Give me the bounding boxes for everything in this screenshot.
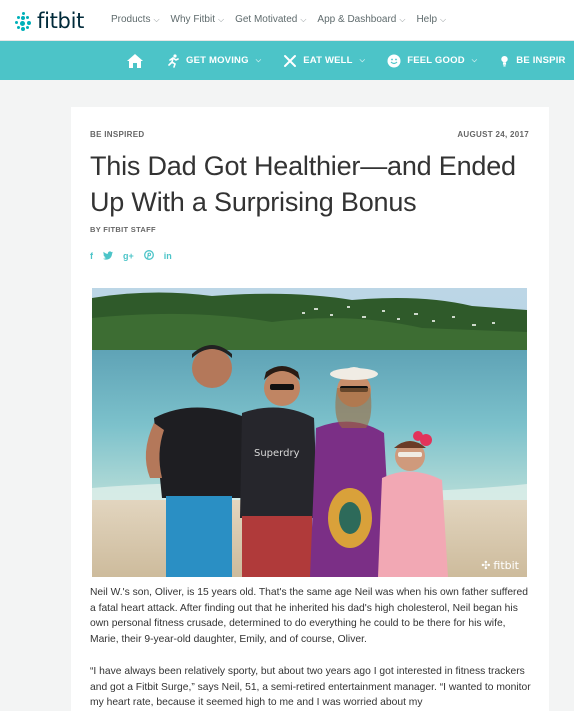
google-plus-icon[interactable]: g+	[123, 251, 134, 261]
article-paragraph: “I have always been relatively sporty, b…	[90, 666, 531, 708]
chevron-down-icon: ⌵	[300, 14, 307, 24]
article-byline: BY FITBIT STAFF	[90, 225, 156, 234]
fitbit-logo[interactable]: fitbit	[14, 9, 84, 33]
article-category[interactable]: BE INSPIRED	[90, 130, 144, 139]
nav-app-dashboard[interactable]: App & Dashboard ⌵	[317, 14, 405, 25]
article-paragraph: Neil W.'s son, Oliver, is 15 years old. …	[90, 587, 528, 645]
nav-why-fitbit[interactable]: Why Fitbit ⌵	[171, 14, 225, 25]
home-icon	[127, 53, 143, 68]
pinterest-shape	[143, 250, 154, 260]
home-button[interactable]	[126, 53, 144, 69]
running-icon	[168, 53, 179, 68]
nav-get-motivated[interactable]: Get Motivated ⌵	[235, 14, 306, 25]
primary-nav: Products ⌵ Why Fitbit ⌵ Get Motivated ⌵ App…	[111, 14, 446, 25]
photo-watermark-text: fitbit	[493, 559, 519, 572]
smile-icon	[387, 54, 401, 67]
tab-be-inspired[interactable]: BE INSPIR	[499, 54, 565, 68]
chevron-down-icon: ⌵	[218, 14, 225, 24]
lightbulb-icon	[501, 55, 508, 66]
section-navigation-bar: GET MOVING ⌵ EAT WELL ⌵ FEEL GOOD ⌵ BE IN	[0, 41, 574, 80]
tab-eat-well[interactable]: EAT WELL ⌵	[283, 54, 365, 68]
svg-text:Superdry: Superdry	[254, 448, 300, 459]
nav-get-motivated-label: Get Motivated	[235, 14, 298, 25]
article-card: BE INSPIRED AUGUST 24, 2017 This Dad Got…	[71, 107, 549, 711]
nav-products[interactable]: Products ⌵	[111, 14, 160, 25]
tab-get-moving-label: GET MOVING	[186, 55, 249, 66]
photo-watermark: ✣ fitbit	[481, 559, 519, 572]
share-bar: f g+ in	[90, 250, 172, 262]
nav-products-label: Products	[111, 14, 151, 25]
chevron-down-icon: ⌵	[440, 14, 447, 24]
fitbit-dots-icon: ✣	[481, 559, 491, 572]
tab-get-moving[interactable]: GET MOVING ⌵	[166, 53, 262, 68]
fork-knife-icon	[284, 54, 297, 67]
nav-app-dashboard-label: App & Dashboard	[317, 14, 397, 25]
nav-help[interactable]: Help ⌵	[416, 14, 446, 25]
chevron-down-icon: ⌵	[153, 14, 160, 24]
nav-why-fitbit-label: Why Fitbit	[170, 14, 215, 25]
article-title: This Dad Got Healthier—and Ended Up With…	[90, 151, 516, 217]
chevron-down-icon: ⌵	[471, 56, 478, 64]
chevron-down-icon: ⌵	[359, 56, 366, 64]
fitbit-dots-icon	[14, 12, 32, 31]
pinterest-icon[interactable]	[143, 250, 154, 262]
tab-feel-good[interactable]: FEEL GOOD ⌵	[387, 54, 477, 68]
article-date: AUGUST 24, 2017	[457, 130, 529, 139]
chevron-down-icon: ⌵	[399, 14, 406, 24]
linkedin-icon[interactable]: in	[164, 251, 172, 261]
twitter-icon[interactable]	[103, 250, 113, 262]
facebook-icon[interactable]: f	[90, 251, 93, 261]
nav-help-label: Help	[416, 14, 438, 25]
family-beach-photo: Superdry	[92, 288, 527, 577]
article-hero-image: Superdry ✣ fitbit	[92, 288, 527, 577]
twitter-bird-shape	[103, 250, 113, 260]
tab-eat-well-label: EAT WELL	[303, 55, 353, 66]
tab-feel-good-label: FEEL GOOD	[407, 55, 465, 66]
top-navigation-bar: fitbit Products ⌵ Why Fitbit ⌵ Get Motivat…	[0, 0, 574, 41]
tab-be-inspired-label: BE INSPIR	[516, 55, 566, 66]
chevron-down-icon: ⌵	[255, 56, 262, 64]
fitbit-wordmark: fitbit	[37, 9, 85, 33]
